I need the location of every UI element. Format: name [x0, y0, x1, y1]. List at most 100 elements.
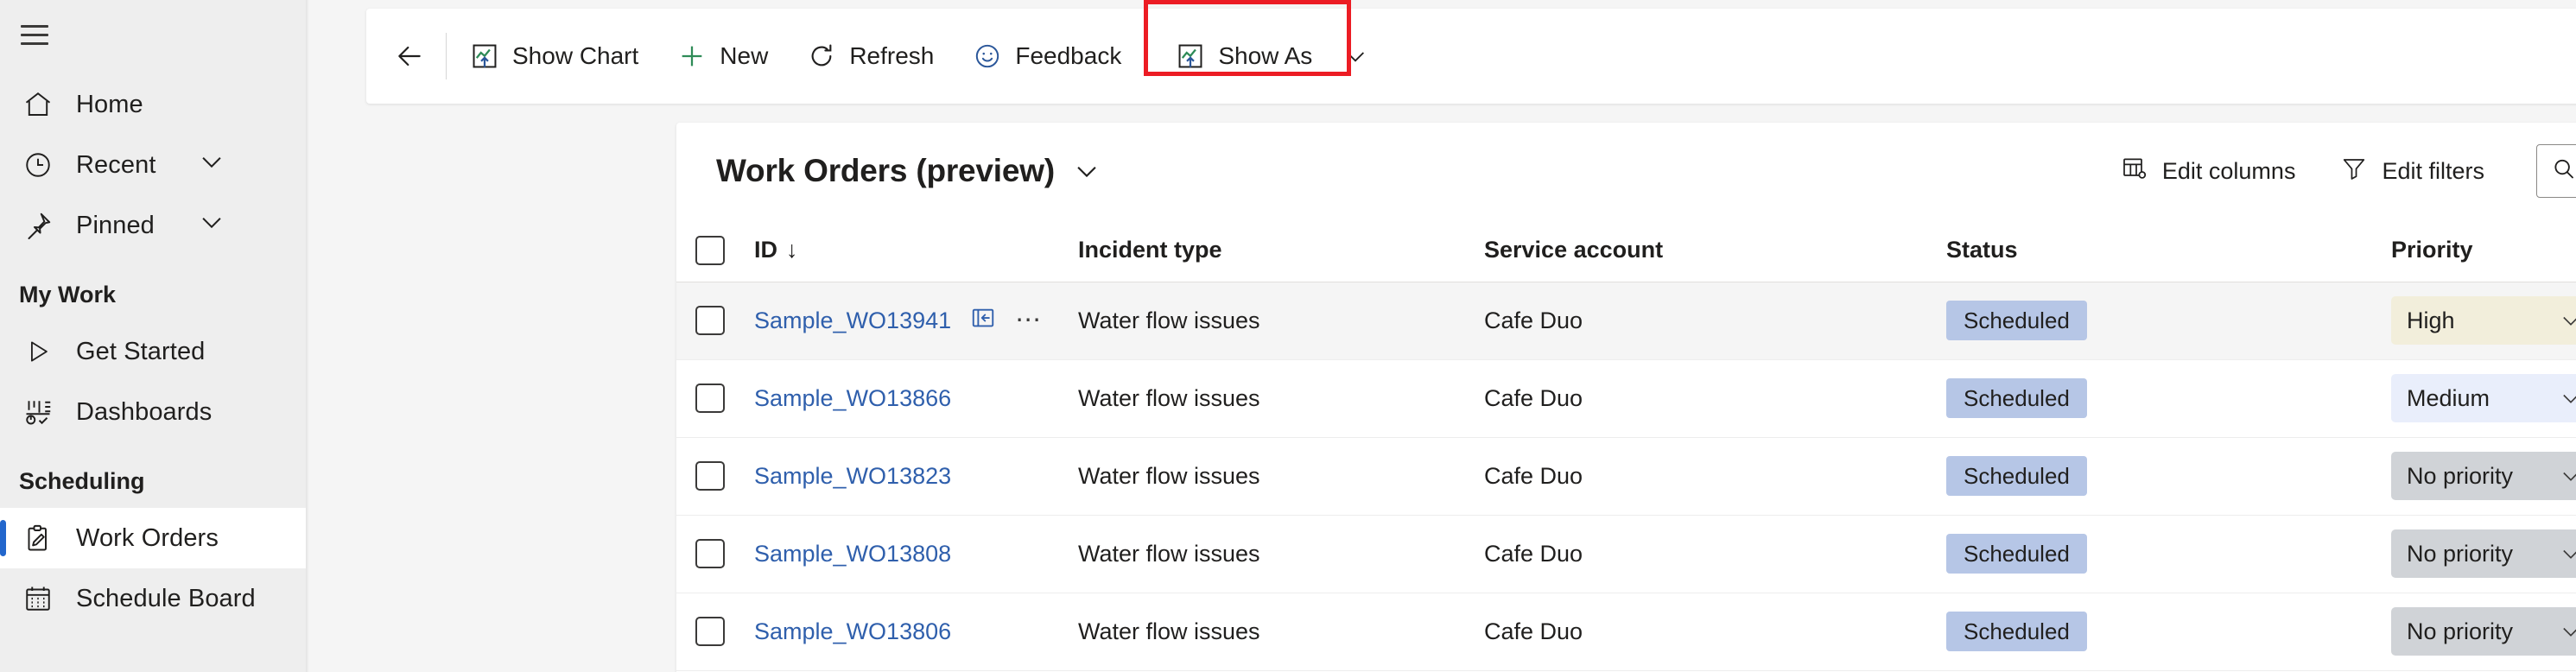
- feedback-label: Feedback: [1015, 42, 1122, 69]
- show-chart-button[interactable]: Show Chart: [450, 22, 657, 90]
- cell-service-account: Cafe Duo: [1469, 593, 1931, 671]
- cell-priority: No priority: [2376, 515, 2576, 593]
- row-checkbox[interactable]: [695, 617, 725, 646]
- cell-status: Scheduled: [1931, 515, 2376, 593]
- row-id-link[interactable]: Sample_WO13808: [754, 541, 951, 567]
- table-row[interactable]: Sample_WO13806 Water flow issues Cafe Du…: [676, 593, 2576, 671]
- row-id-link[interactable]: Sample_WO13866: [754, 385, 951, 412]
- priority-dropdown[interactable]: High: [2391, 296, 2576, 345]
- row-id-link[interactable]: Sample_WO13941: [754, 307, 951, 334]
- row-select-cell: [676, 359, 739, 438]
- service-account-value: Cafe Duo: [1484, 384, 1583, 411]
- new-label: New: [720, 42, 769, 69]
- sidebar-item-pinned[interactable]: Pinned: [0, 195, 309, 256]
- view-selector-chevron-down-icon[interactable]: [1072, 156, 1101, 186]
- chevron-down-icon[interactable]: [2559, 386, 2576, 410]
- chevron-down-icon[interactable]: [2559, 542, 2576, 566]
- main-content: Show Chart New Refresh Feedback Show As …: [309, 0, 2576, 672]
- search-box[interactable]: [2536, 144, 2576, 198]
- row-checkbox[interactable]: [695, 461, 725, 491]
- incident-type-value: Water flow issues: [1078, 307, 1260, 333]
- chevron-down-icon[interactable]: [197, 147, 226, 183]
- command-bar: Show Chart New Refresh Feedback Show As: [366, 0, 2576, 104]
- cell-id: Sample_WO13941 ⋯: [739, 282, 1063, 360]
- chevron-down-icon[interactable]: [2559, 619, 2576, 643]
- clipboard-edit-icon: [19, 519, 57, 557]
- priority-dropdown[interactable]: Medium: [2391, 374, 2576, 422]
- show-chart-label: Show Chart: [512, 42, 639, 69]
- sidebar-item-label: Get Started: [76, 337, 206, 365]
- chart-icon: [469, 41, 500, 72]
- column-header-status[interactable]: Status: [1931, 219, 2376, 282]
- sidebar-item-label: Pinned: [76, 211, 155, 239]
- table-row[interactable]: Sample_WO13941 ⋯ Water flow issues Cafe …: [676, 282, 2576, 360]
- back-button[interactable]: [384, 30, 435, 82]
- filter-icon: [2340, 155, 2368, 188]
- table-row[interactable]: Sample_WO13823 Water flow issues Cafe Du…: [676, 437, 2576, 516]
- refresh-button[interactable]: Refresh: [787, 22, 953, 90]
- column-header-service-account[interactable]: Service account: [1469, 219, 1931, 282]
- column-header-incident-type[interactable]: Incident type: [1063, 219, 1469, 282]
- open-side-pane-icon[interactable]: [970, 305, 996, 337]
- row-checkbox[interactable]: [695, 539, 725, 568]
- cell-priority: Medium: [2376, 359, 2576, 438]
- priority-dropdown[interactable]: No priority: [2391, 452, 2576, 500]
- cell-incident-type: Water flow issues: [1063, 437, 1469, 516]
- column-header-id[interactable]: ID ↓: [739, 219, 1063, 282]
- pin-icon: [19, 206, 57, 244]
- sidebar-group-my-work: My Work: [19, 281, 117, 307]
- chevron-down-icon[interactable]: [2559, 464, 2576, 488]
- table-row[interactable]: Sample_WO13808 Water flow issues Cafe Du…: [676, 515, 2576, 593]
- priority-value: No priority: [2407, 540, 2514, 567]
- priority-dropdown[interactable]: No priority: [2391, 607, 2576, 656]
- row-checkbox[interactable]: [695, 384, 725, 413]
- chevron-down-icon[interactable]: [197, 207, 226, 244]
- sidebar-item-label: Recent: [76, 150, 156, 179]
- row-checkbox[interactable]: [695, 306, 725, 335]
- chart-icon: [1175, 41, 1206, 72]
- calendar-icon: [19, 580, 57, 618]
- chevron-down-icon[interactable]: [2559, 308, 2576, 333]
- show-as-button[interactable]: Show As: [1156, 22, 1390, 90]
- row-more-commands-button[interactable]: ⋯: [1015, 307, 1044, 333]
- cell-id: Sample_WO13808: [739, 515, 1063, 593]
- play-icon: [19, 333, 57, 371]
- edit-columns-button[interactable]: Edit columns: [2098, 144, 2319, 199]
- cell-status: Scheduled: [1931, 437, 2376, 516]
- row-select-cell: [676, 593, 739, 671]
- sidebar-item-dashboards[interactable]: Dashboards: [0, 382, 309, 442]
- row-select-cell: [676, 515, 739, 593]
- status-badge: Scheduled: [1946, 456, 2087, 496]
- clock-icon: [19, 146, 57, 184]
- hamburger-menu-icon[interactable]: [17, 21, 52, 48]
- refresh-label: Refresh: [849, 42, 935, 69]
- column-header-priority[interactable]: Priority: [2376, 219, 2576, 282]
- sidebar-item-get-started[interactable]: Get Started: [0, 321, 309, 382]
- cell-service-account: Cafe Duo: [1469, 359, 1931, 438]
- view-header: Work Orders (preview) Edit columns Edit …: [676, 123, 2576, 219]
- search-icon: [2551, 156, 2576, 187]
- sidebar-item-schedule-board[interactable]: Schedule Board: [0, 568, 309, 629]
- table-row[interactable]: Sample_WO13866 Water flow issues Cafe Du…: [676, 359, 2576, 438]
- priority-value: Medium: [2407, 384, 2490, 411]
- sidebar-item-work-orders[interactable]: Work Orders: [0, 508, 309, 568]
- sidebar-item-label: Dashboards: [76, 397, 213, 426]
- sidebar-item-recent[interactable]: Recent: [0, 135, 309, 195]
- incident-type-value: Water flow issues: [1078, 540, 1260, 567]
- new-button[interactable]: New: [657, 22, 787, 90]
- priority-value: No priority: [2407, 462, 2514, 489]
- status-badge: Scheduled: [1946, 534, 2087, 574]
- service-account-value: Cafe Duo: [1484, 462, 1583, 489]
- sidebar-item-label: Schedule Board: [76, 584, 256, 612]
- feedback-button[interactable]: Feedback: [953, 22, 1140, 90]
- priority-dropdown[interactable]: No priority: [2391, 529, 2576, 578]
- cell-incident-type: Water flow issues: [1063, 593, 1469, 671]
- edit-filters-button[interactable]: Edit filters: [2318, 144, 2507, 199]
- home-icon: [19, 86, 57, 124]
- page-title[interactable]: Work Orders (preview): [716, 153, 1055, 189]
- sidebar-item-home[interactable]: Home: [0, 74, 309, 135]
- select-all-checkbox[interactable]: [695, 235, 725, 265]
- chevron-down-icon[interactable]: [1340, 41, 1371, 72]
- row-id-link[interactable]: Sample_WO13823: [754, 463, 951, 490]
- row-id-link[interactable]: Sample_WO13806: [754, 618, 951, 645]
